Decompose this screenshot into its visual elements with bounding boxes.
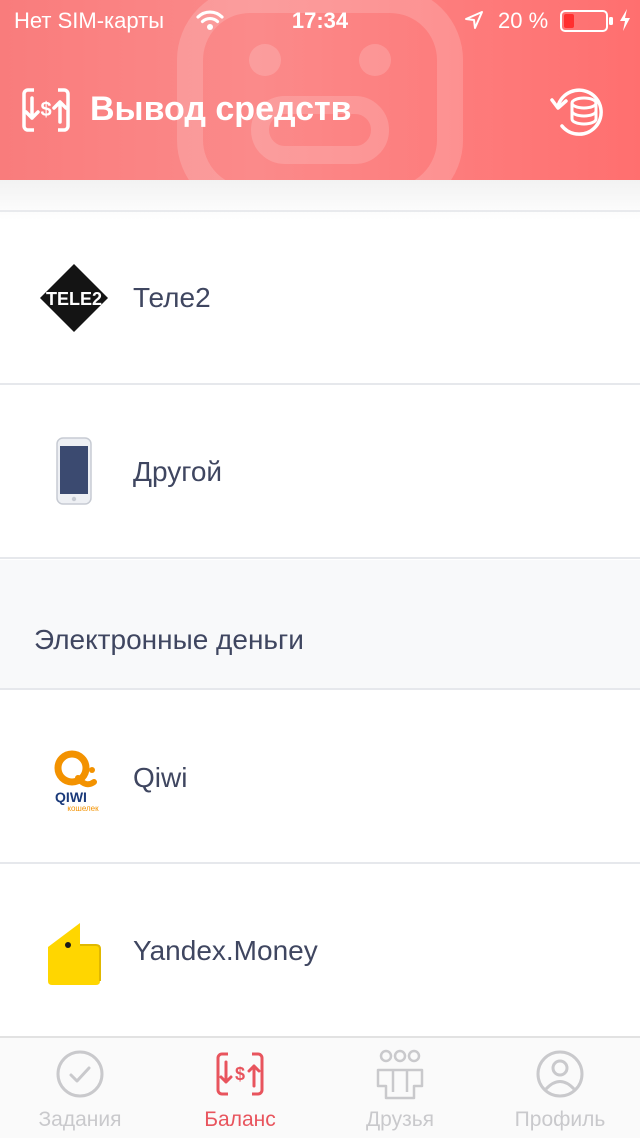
list-item-other[interactable]: Другой <box>0 386 640 558</box>
phone-icon <box>56 437 92 505</box>
item-label: Другой <box>133 456 223 487</box>
svg-text:$: $ <box>40 99 51 121</box>
page-title: Вывод средств <box>90 90 352 128</box>
divider <box>0 862 640 864</box>
yandex-money-logo-icon <box>48 923 101 985</box>
item-label: Теле2 <box>133 282 211 313</box>
location-arrow-icon <box>465 11 483 29</box>
section-title: Электронные деньги <box>34 624 304 655</box>
tab-label: Баланс <box>204 1108 276 1131</box>
item-label: Qiwi <box>133 762 188 793</box>
tab-profile[interactable]: Профиль <box>480 1038 640 1138</box>
charging-icon <box>620 9 630 31</box>
balance-icon: $ <box>216 1052 264 1096</box>
list-item-yandex-money[interactable]: Yandex.Money <box>0 865 640 1037</box>
tab-label: Друзья <box>365 1108 435 1131</box>
profile-icon <box>536 1050 584 1098</box>
tab-tasks[interactable]: Задания <box>0 1038 160 1138</box>
tab-friends[interactable]: Друзья <box>320 1038 480 1138</box>
qiwi-logo-text: QIWI <box>55 789 87 805</box>
check-circle-icon <box>56 1050 104 1098</box>
tab-label: Профиль <box>514 1108 606 1131</box>
withdraw-icon: $ <box>22 88 70 132</box>
header-shadow <box>0 180 640 220</box>
section-header: Электронные деньги <box>0 560 640 688</box>
tab-bar: Задания $ Баланс Друзья Профиль <box>0 1036 640 1138</box>
qiwi-logo-icon: QIWI кошелек <box>54 750 99 813</box>
divider <box>0 688 640 690</box>
svg-text:TELE2: TELE2 <box>46 289 102 309</box>
app-header: Нет SIM-карты 17:34 20 % $ Вывод средств <box>0 0 640 180</box>
divider <box>0 383 640 385</box>
battery-percent: 20 % <box>498 8 549 33</box>
divider <box>0 557 640 559</box>
battery-icon <box>560 10 613 32</box>
list-item-tele2[interactable]: TELE2 Теле2 <box>0 212 640 384</box>
list-item-qiwi[interactable]: QIWI кошелек Qiwi <box>0 692 640 864</box>
status-bar: Нет SIM-карты 17:34 20 % <box>0 0 640 40</box>
coin-history-button[interactable] <box>548 84 608 140</box>
qiwi-logo-subtext: кошелек <box>67 804 99 813</box>
item-label: Yandex.Money <box>133 935 318 966</box>
svg-text:$: $ <box>235 1064 245 1084</box>
tele2-logo-icon: TELE2 <box>40 264 108 332</box>
tab-balance[interactable]: $ Баланс <box>160 1038 320 1138</box>
tab-label: Задания <box>38 1108 122 1131</box>
friends-icon <box>376 1049 424 1100</box>
